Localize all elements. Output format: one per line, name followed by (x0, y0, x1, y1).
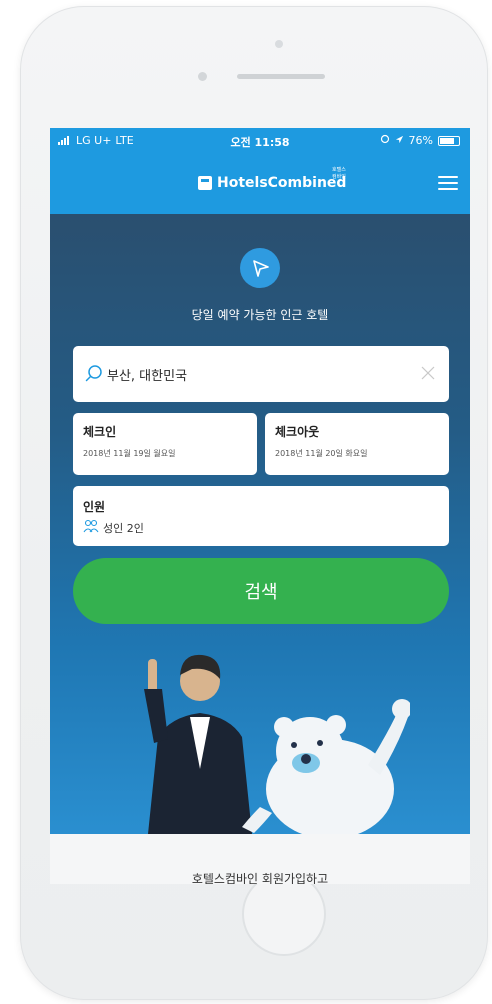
app-screen: LG U+ LTE 오전 11:58 76% Hotels Combined 호… (50, 128, 470, 884)
people-icon (83, 519, 99, 533)
checkin-label: 체크인 (83, 425, 117, 439)
hero-section: 당일 예약 가능한 인근 호텔 부산, 대한민국 체크인 2018년 11월 1… (50, 214, 470, 834)
battery-percent: 76% (408, 134, 433, 147)
checkout-date: 2018년 11월 20일 화요일 (275, 449, 368, 458)
hotelscombined-logo[interactable]: Hotels Combined 호텔스컴바인 (198, 167, 346, 194)
destination-field[interactable]: 부산, 대한민국 (73, 346, 449, 402)
search-icon (85, 365, 102, 382)
checkout-label: 체크아웃 (275, 425, 320, 439)
logo-subtitle: 호텔스컴바인 (332, 167, 346, 180)
guests-value: 성인 2인 (103, 522, 144, 535)
status-bar: LG U+ LTE 오전 11:58 76% (50, 128, 470, 154)
checkin-field[interactable]: 체크인 2018년 11월 19일 월요일 (73, 413, 257, 475)
proximity-sensor (198, 72, 207, 81)
guests-field[interactable]: 인원 성인 2인 (73, 486, 449, 546)
destination-value: 부산, 대한민국 (107, 369, 188, 384)
promo-illustration (144, 654, 410, 834)
hamburger-menu-icon[interactable] (438, 176, 458, 190)
alarm-icon (380, 134, 390, 147)
clear-icon[interactable] (421, 366, 435, 380)
footer-area: 호텔스컴바인 회원가입하고 (50, 834, 470, 884)
earpiece-speaker (237, 74, 325, 79)
nearby-hotels-link[interactable]: 당일 예약 가능한 인근 호텔 (50, 306, 470, 323)
search-button[interactable]: 검색 (73, 558, 449, 624)
front-camera (275, 40, 283, 48)
location-arrow-icon[interactable] (240, 248, 280, 288)
signup-promo-text[interactable]: 호텔스컴바인 회원가입하고 (50, 870, 470, 884)
logo-text-hotels: Hotels (217, 175, 268, 191)
checkout-field[interactable]: 체크아웃 2018년 11월 20일 화요일 (265, 413, 449, 475)
battery-icon (438, 135, 460, 146)
guests-label: 인원 (83, 500, 106, 514)
app-header: LG U+ LTE 오전 11:58 76% Hotels Combined 호… (50, 128, 470, 214)
location-status-icon (395, 134, 404, 147)
status-right: 76% (380, 134, 460, 147)
home-button[interactable] (242, 872, 326, 956)
checkin-date: 2018년 11월 19일 월요일 (83, 449, 176, 458)
logo-bed-icon (198, 176, 212, 190)
